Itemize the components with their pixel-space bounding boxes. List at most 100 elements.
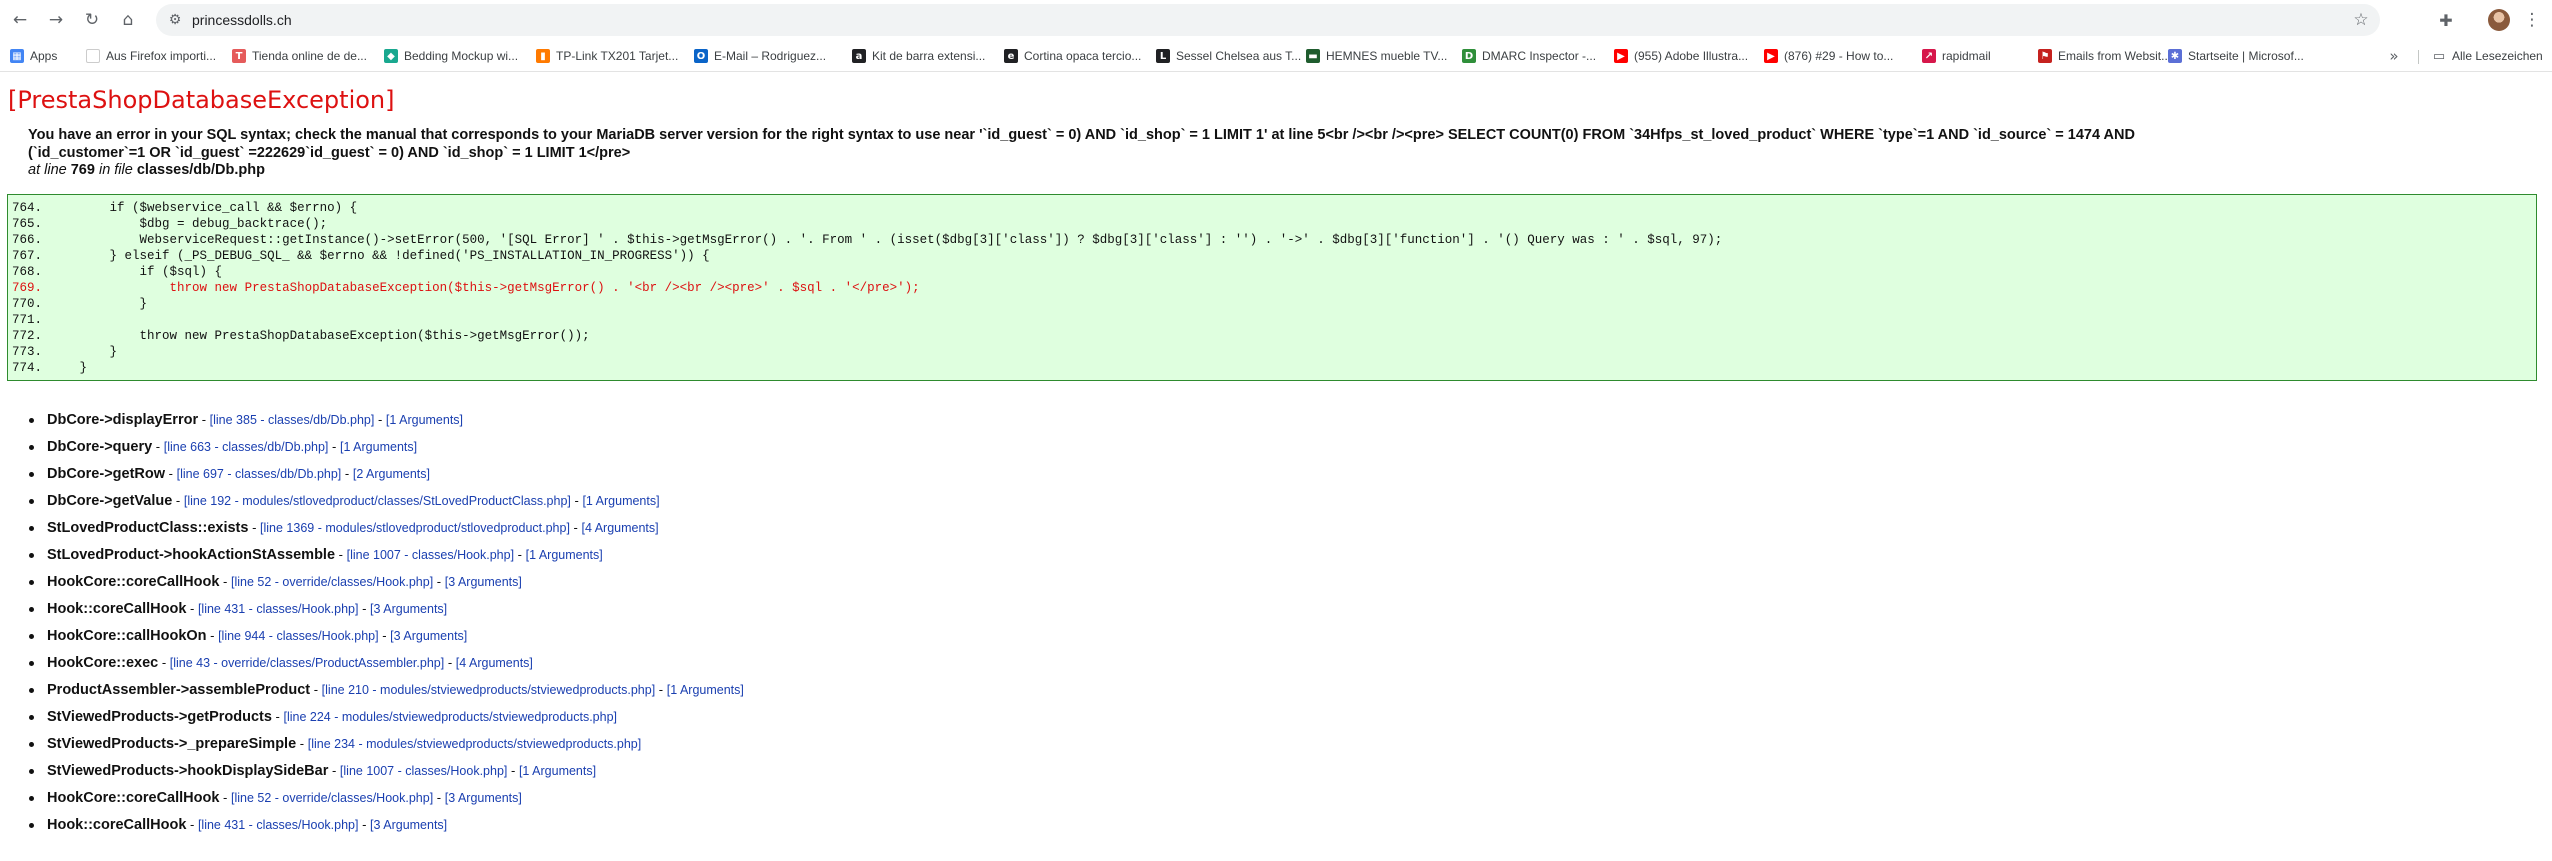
bookmark-favicon-icon: ▮ bbox=[536, 49, 550, 63]
all-bookmarks-folder[interactable]: ▭ Alle Lesezeichen bbox=[2432, 46, 2543, 66]
stack-frame-arguments-link[interactable]: [1 Arguments] bbox=[386, 413, 463, 427]
stack-frame-location-link[interactable]: [line 431 - classes/Hook.php] bbox=[198, 602, 359, 616]
stack-frame: Hook::coreCallHook - [line 431 - classes… bbox=[14, 815, 1414, 842]
stack-frame: HookCore::coreCallHook - [line 52 - over… bbox=[14, 788, 1414, 815]
stack-frame-location-link[interactable]: [line 210 - modules/stviewedproducts/stv… bbox=[322, 683, 656, 697]
back-arrow-icon[interactable]: ← bbox=[8, 8, 32, 32]
code-line-text: } bbox=[49, 297, 148, 311]
code-line-text: } bbox=[49, 361, 88, 375]
stack-frame-location-link[interactable]: [line 192 - modules/stlovedproduct/class… bbox=[184, 494, 571, 508]
stack-frame-function: DbCore->getRow bbox=[47, 466, 166, 482]
bookmark-item[interactable]: a Kit de barra extensi... bbox=[852, 46, 985, 66]
browser-toolbar: ← → ↻ ⌂ ⚙ princessdolls.ch ☆ ✚ ⋮ bbox=[0, 0, 2552, 40]
folder-icon: ▭ bbox=[2432, 48, 2446, 64]
stack-frame-location-link[interactable]: [line 1369 - modules/stlovedproduct/stlo… bbox=[260, 521, 570, 535]
stack-frame-location-link[interactable]: [line 431 - classes/Hook.php] bbox=[198, 818, 359, 832]
bookmark-label: Kit de barra extensi... bbox=[872, 49, 986, 63]
bookmark-item[interactable]: Aus Firefox importi... bbox=[86, 46, 216, 66]
home-icon[interactable]: ⌂ bbox=[116, 8, 140, 32]
error-location: at line 769 in file classes/db/Db.php bbox=[28, 162, 265, 180]
stack-frame-arguments-link[interactable]: [3 Arguments] bbox=[445, 575, 522, 589]
stack-frame-location-link[interactable]: [line 43 - override/classes/ProductAssem… bbox=[170, 656, 444, 670]
stack-frame-location-link[interactable]: [line 1007 - classes/Hook.php] bbox=[340, 764, 507, 778]
bookmark-star-icon[interactable]: ☆ bbox=[2350, 9, 2372, 31]
bookmark-item[interactable]: L Sessel Chelsea aus T... bbox=[1156, 46, 1301, 66]
stack-frame-arguments-link[interactable]: [3 Arguments] bbox=[370, 818, 447, 832]
reload-icon[interactable]: ↻ bbox=[80, 8, 104, 32]
bookmark-item[interactable]: ▶ (876) #29 - How to... bbox=[1764, 46, 1893, 66]
bookmark-label: Tienda online de de... bbox=[252, 49, 367, 63]
stack-frame-arguments-link[interactable]: [1 Arguments] bbox=[519, 764, 596, 778]
bookmark-item[interactable]: ▦ Apps bbox=[10, 46, 57, 66]
stack-frame: DbCore->getValue - [line 192 - modules/s… bbox=[14, 491, 1414, 518]
code-line: 764. if ($webservice_call && $errno) { bbox=[8, 200, 2536, 216]
profile-avatar[interactable] bbox=[2488, 9, 2510, 31]
site-info-icon[interactable]: ⚙ bbox=[166, 11, 184, 29]
stack-frame-location-link[interactable]: [line 944 - classes/Hook.php] bbox=[218, 629, 379, 643]
stack-frame-location-link[interactable]: [line 1007 - classes/Hook.php] bbox=[347, 548, 514, 562]
code-line: 765. $dbg = debug_backtrace(); bbox=[8, 216, 2536, 232]
stack-frame-arguments-link[interactable]: [4 Arguments] bbox=[582, 521, 659, 535]
stack-frame-location-link[interactable]: [line 224 - modules/stviewedproducts/stv… bbox=[284, 710, 618, 724]
bookmark-item[interactable]: O E-Mail – Rodriguez... bbox=[694, 46, 826, 66]
extensions-icon[interactable]: ✚ bbox=[2434, 8, 2458, 32]
stack-frame-location-link[interactable]: [line 52 - override/classes/Hook.php] bbox=[231, 575, 433, 589]
bookmark-item[interactable]: ◆ Bedding Mockup wi... bbox=[384, 46, 518, 66]
stack-frame: StLovedProductClass::exists - [line 1369… bbox=[14, 518, 1414, 545]
bookmark-label: Cortina opaca tercio... bbox=[1024, 49, 1142, 63]
stack-frame: StViewedProducts->getProducts - [line 22… bbox=[14, 707, 1414, 734]
code-line-text: if ($webservice_call && $errno) { bbox=[49, 201, 358, 215]
stack-frame-arguments-link[interactable]: [4 Arguments] bbox=[456, 656, 533, 670]
stack-frame-location-link[interactable]: [line 663 - classes/db/Db.php] bbox=[164, 440, 329, 454]
stack-frame-location-link[interactable]: [line 385 - classes/db/Db.php] bbox=[210, 413, 375, 427]
bookmark-favicon-icon: T bbox=[232, 49, 246, 63]
bookmark-item[interactable]: ▶ (955) Adobe Illustra... bbox=[1614, 46, 1748, 66]
stack-frame-arguments-link[interactable]: [3 Arguments] bbox=[390, 629, 467, 643]
code-line-text: $dbg = debug_backtrace(); bbox=[49, 217, 328, 231]
stack-frame-location-link[interactable]: [line 697 - classes/db/Db.php] bbox=[177, 467, 342, 481]
code-line-number: 767. bbox=[12, 249, 43, 263]
stack-trace-list: DbCore->displayError - [line 385 - class… bbox=[14, 410, 1414, 842]
forward-arrow-icon[interactable]: → bbox=[44, 8, 68, 32]
bookmark-item[interactable]: T Tienda online de de... bbox=[232, 46, 367, 66]
stack-frame-arguments-link[interactable]: [1 Arguments] bbox=[582, 494, 659, 508]
bookmark-item[interactable]: ▬ HEMNES mueble TV... bbox=[1306, 46, 1447, 66]
stack-frame-function: StViewedProducts->hookDisplaySideBar bbox=[47, 763, 329, 779]
code-line-text: if ($sql) { bbox=[49, 265, 223, 279]
stack-frame-location-link[interactable]: [line 52 - override/classes/Hook.php] bbox=[231, 791, 433, 805]
bookmark-item[interactable]: ↗ rapidmail bbox=[1922, 46, 1991, 66]
stack-frame-arguments-link[interactable]: [3 Arguments] bbox=[370, 602, 447, 616]
stack-frame-arguments-link[interactable]: [1 Arguments] bbox=[340, 440, 417, 454]
stack-frame: DbCore->displayError - [line 385 - class… bbox=[14, 410, 1414, 437]
bookmark-label: E-Mail – Rodriguez... bbox=[714, 49, 827, 63]
more-bookmarks-icon[interactable]: » bbox=[2384, 46, 2404, 66]
stack-frame-arguments-link[interactable]: [1 Arguments] bbox=[667, 683, 744, 697]
code-line-text: throw new PrestaShopDatabaseException($t… bbox=[49, 329, 590, 343]
url-text[interactable]: princessdolls.ch bbox=[192, 12, 292, 28]
code-line-number: 768. bbox=[12, 265, 43, 279]
stack-frame-arguments-link[interactable]: [3 Arguments] bbox=[445, 791, 522, 805]
bookmark-item[interactable]: ⚑ Emails from Websit... bbox=[2038, 46, 2171, 66]
address-bar[interactable]: ⚙ princessdolls.ch ☆ bbox=[156, 4, 2380, 36]
bookmark-item[interactable]: ✱ Startseite | Microsof... bbox=[2168, 46, 2304, 66]
bookmark-item[interactable]: D DMARC Inspector -... bbox=[1462, 46, 1596, 66]
bookmark-item[interactable]: e Cortina opaca tercio... bbox=[1004, 46, 1141, 66]
stack-frame-arguments-link[interactable]: [2 Arguments] bbox=[353, 467, 430, 481]
stack-frame-location-link[interactable]: [line 234 - modules/stviewedproducts/stv… bbox=[308, 737, 642, 751]
code-line-text: } elseif (_PS_DEBUG_SQL_ && $errno && !d… bbox=[49, 249, 710, 263]
code-line-number: 764. bbox=[12, 201, 43, 215]
code-line-number: 774. bbox=[12, 361, 43, 375]
bookmark-favicon-icon: ↗ bbox=[1922, 49, 1936, 63]
code-line: 773. } bbox=[8, 344, 2536, 360]
bookmark-favicon-icon: ▬ bbox=[1306, 49, 1320, 63]
browser-menu-icon[interactable]: ⋮ bbox=[2520, 8, 2544, 32]
all-bookmarks-label: Alle Lesezeichen bbox=[2452, 49, 2543, 63]
bookmarks-separator bbox=[2418, 50, 2419, 64]
stack-frame-arguments-link[interactable]: [1 Arguments] bbox=[526, 548, 603, 562]
stack-frame: ProductAssembler->assembleProduct - [lin… bbox=[14, 680, 1414, 707]
bookmark-favicon-icon: ▦ bbox=[10, 49, 24, 63]
bookmark-favicon-icon: ✱ bbox=[2168, 49, 2182, 63]
code-line-text: throw new PrestaShopDatabaseException($t… bbox=[49, 281, 920, 295]
bookmark-item[interactable]: ▮ TP-Link TX201 Tarjet... bbox=[536, 46, 678, 66]
bookmark-label: Startseite | Microsof... bbox=[2188, 49, 2304, 63]
